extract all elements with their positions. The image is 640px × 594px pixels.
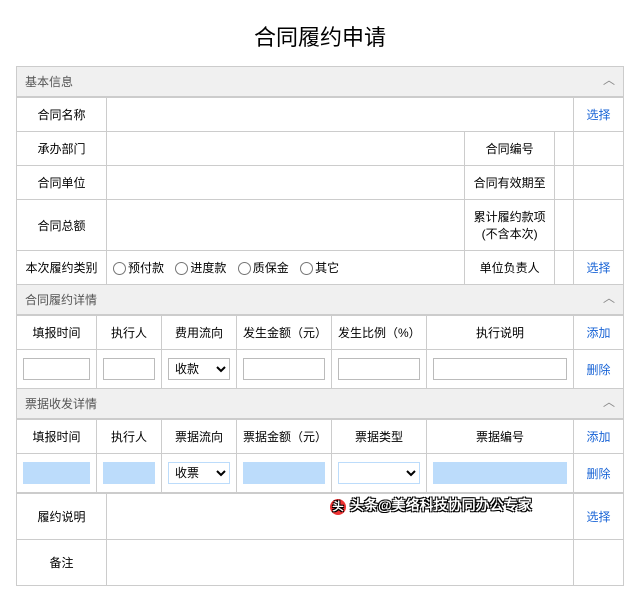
section-basic-label: 基本信息 — [25, 75, 73, 89]
detail-h4: 发生金额（元） — [237, 316, 332, 350]
value-valid-until — [555, 166, 574, 200]
chevron-up-icon: ︿ — [603, 71, 615, 88]
value-contract-name — [107, 98, 574, 132]
label-contract-name: 合同名称 — [17, 98, 107, 132]
empty-cell — [574, 166, 624, 200]
section-detail[interactable]: 合同履约详情 ︿ — [16, 285, 624, 315]
invoice-h6: 票据编号 — [427, 420, 574, 454]
radio-progress[interactable]: 进度款 — [175, 261, 226, 275]
detail-h2: 执行人 — [97, 316, 162, 350]
invoice-add-link[interactable]: 添加 — [586, 430, 610, 444]
label-contract-no: 合同编号 — [465, 132, 555, 166]
basic-table: 合同名称 选择 承办部门 合同编号 合同单位 合同有效期至 合同总额 累计履约款… — [16, 97, 624, 285]
section-basic[interactable]: 基本信息 ︿ — [16, 66, 624, 97]
label-accumulated: 累计履约款项 (不含本次) — [465, 200, 555, 251]
invoice-del-link[interactable]: 删除 — [586, 467, 610, 481]
label-contract-unit: 合同单位 — [17, 166, 107, 200]
value-accumulated — [555, 200, 574, 251]
value-contract-no — [555, 132, 574, 166]
notes-table: 履约说明 选择 备注 — [16, 493, 624, 586]
detail-flow-select[interactable]: 收款 — [168, 358, 230, 380]
detail-table: 填报时间 执行人 费用流向 发生金额（元） 发生比例（%） 执行说明 添加 收款… — [16, 315, 624, 389]
section-invoice[interactable]: 票据收发详情 ︿ — [16, 389, 624, 419]
detail-note-input[interactable] — [433, 358, 567, 380]
detail-h5: 发生比例（%） — [332, 316, 427, 350]
empty-cell — [574, 200, 624, 251]
label-manager: 单位负责人 — [465, 251, 555, 285]
detail-row: 收款 删除 — [17, 350, 624, 389]
detail-h3: 费用流向 — [162, 316, 237, 350]
invoice-no-input[interactable] — [433, 462, 567, 484]
value-contract-unit — [107, 166, 465, 200]
invoice-h5: 票据类型 — [332, 420, 427, 454]
detail-add-link[interactable]: 添加 — [586, 326, 610, 340]
invoice-h4: 票据金额（元） — [237, 420, 332, 454]
select-contract-link[interactable]: 选择 — [586, 108, 610, 122]
detail-h6: 执行说明 — [427, 316, 574, 350]
invoice-executor-input[interactable] — [103, 462, 155, 484]
label-perf-note: 履约说明 — [17, 494, 107, 540]
detail-h1: 填报时间 — [17, 316, 97, 350]
invoice-row: 收票 删除 — [17, 454, 624, 493]
invoice-h2: 执行人 — [97, 420, 162, 454]
invoice-time-input[interactable] — [23, 462, 90, 484]
detail-amount-input[interactable] — [243, 358, 325, 380]
empty-cell — [574, 540, 624, 586]
value-department — [107, 132, 465, 166]
chevron-up-icon: ︿ — [603, 393, 615, 410]
radio-retention[interactable]: 质保金 — [238, 261, 289, 275]
invoice-table: 填报时间 执行人 票据流向 票据金额（元） 票据类型 票据编号 添加 收票 删除 — [16, 419, 624, 493]
select-perf-note-link[interactable]: 选择 — [586, 510, 610, 524]
empty-cell — [574, 132, 624, 166]
invoice-amount-input[interactable] — [243, 462, 325, 484]
section-invoice-label: 票据收发详情 — [25, 397, 97, 411]
section-detail-label: 合同履约详情 — [25, 293, 97, 307]
invoice-flow-select[interactable]: 收票 — [168, 462, 230, 484]
invoice-h1: 填报时间 — [17, 420, 97, 454]
radio-other[interactable]: 其它 — [300, 261, 339, 275]
label-remark: 备注 — [17, 540, 107, 586]
value-remark — [107, 540, 574, 586]
detail-time-input[interactable] — [23, 358, 90, 380]
label-department: 承办部门 — [17, 132, 107, 166]
invoice-h3: 票据流向 — [162, 420, 237, 454]
select-manager-link[interactable]: 选择 — [586, 261, 610, 275]
label-total-amount: 合同总额 — [17, 200, 107, 251]
label-valid-until: 合同有效期至 — [465, 166, 555, 200]
page-title: 合同履约申请 — [16, 8, 624, 66]
chevron-up-icon: ︿ — [603, 289, 615, 306]
detail-del-link[interactable]: 删除 — [586, 363, 610, 377]
value-total-amount — [107, 200, 465, 251]
radio-prepay[interactable]: 预付款 — [113, 261, 164, 275]
watermark: 头头条@美络科技协同办公专家 — [330, 495, 532, 515]
label-category: 本次履约类别 — [17, 251, 107, 285]
invoice-type-select[interactable] — [338, 462, 420, 484]
detail-executor-input[interactable] — [103, 358, 155, 380]
detail-ratio-input[interactable] — [338, 358, 420, 380]
value-manager — [555, 251, 574, 285]
category-radios: 预付款 进度款 质保金 其它 — [107, 251, 465, 285]
